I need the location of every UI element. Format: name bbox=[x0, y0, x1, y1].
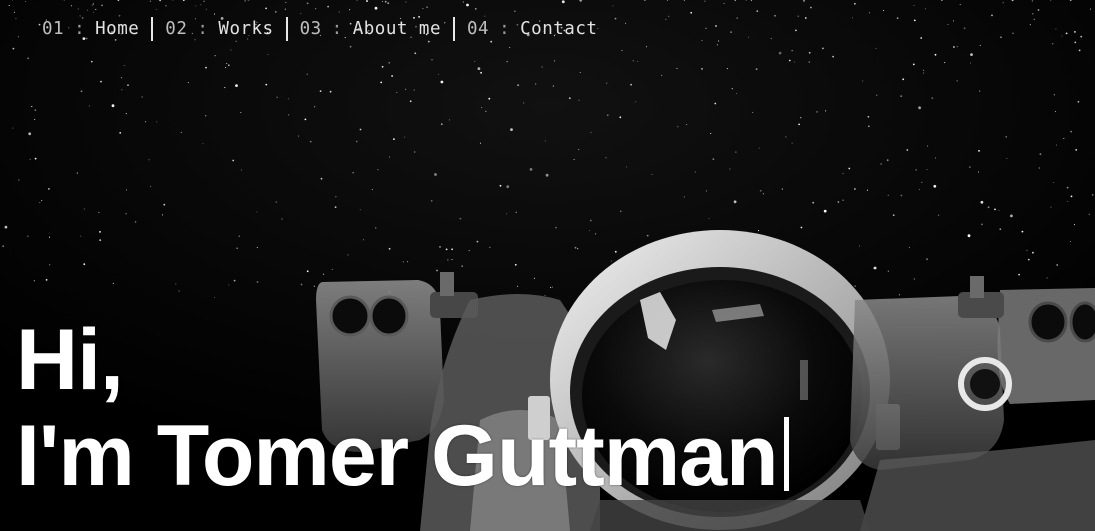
nav-item-contact[interactable]: 04: Contact bbox=[455, 17, 609, 41]
nav-colon: : bbox=[499, 19, 511, 39]
hero-headline: Hi, I'm Tomer Guttman bbox=[16, 312, 789, 504]
nav-item-home[interactable]: 01: Home bbox=[30, 17, 151, 41]
nav-colon: : bbox=[74, 19, 86, 39]
nav-item-works[interactable]: 02: Works bbox=[153, 17, 285, 41]
hero-greeting: Hi, bbox=[16, 312, 124, 408]
nav-number: 04 bbox=[467, 19, 490, 39]
nav-colon: : bbox=[197, 19, 209, 39]
hero-intro: I'm Tomer Guttman bbox=[16, 408, 779, 504]
nav-label: About me bbox=[352, 19, 442, 39]
nav-item-about-me[interactable]: 03: About me bbox=[288, 17, 453, 41]
typing-cursor bbox=[783, 417, 789, 491]
hero-section: 01: Home 02: Works 03: About me 04: Contact … bbox=[0, 0, 1095, 531]
nav-label: Home bbox=[95, 19, 140, 39]
hero-intro-line: I'm Tomer Guttman bbox=[16, 408, 789, 504]
nav-label: Works bbox=[218, 19, 274, 39]
nav-colon: : bbox=[331, 19, 343, 39]
main-navigation: 01: Home 02: Works 03: About me 04: Contact bbox=[30, 16, 609, 42]
nav-number: 02 bbox=[165, 19, 188, 39]
nav-number: 03 bbox=[299, 19, 322, 39]
nav-label: Contact bbox=[520, 19, 598, 39]
nav-number: 01 bbox=[42, 19, 65, 39]
